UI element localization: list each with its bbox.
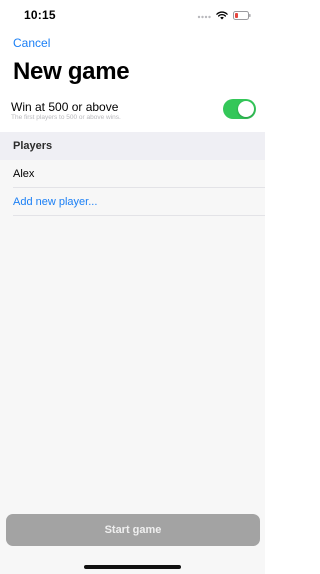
player-name: Alex: [13, 168, 35, 180]
win-at-500-setting: Win at 500 or above The first players to…: [0, 94, 265, 128]
win-at-500-toggle[interactable]: [223, 99, 256, 119]
player-row[interactable]: Alex: [0, 160, 265, 188]
row-divider: [13, 215, 265, 216]
status-bar: 10:15: [0, 0, 265, 30]
status-icons: [197, 9, 251, 21]
page-title: New game: [13, 58, 130, 85]
status-time: 10:15: [24, 8, 56, 22]
start-game-button[interactable]: Start game: [6, 514, 260, 546]
cancel-button[interactable]: Cancel: [13, 36, 50, 50]
setting-description: The first players to 500 or above wins.: [11, 114, 121, 121]
setting-label: Win at 500 or above: [11, 100, 119, 114]
add-new-player-link[interactable]: Add new player...: [13, 196, 97, 208]
add-player-row[interactable]: Add new player...: [0, 188, 265, 216]
players-section-title: Players: [13, 140, 53, 152]
toggle-knob: [238, 101, 254, 117]
home-indicator: [84, 565, 181, 569]
battery-low-icon: [233, 10, 251, 20]
players-section: Players Alex Add new player...: [0, 132, 265, 574]
players-list: Alex Add new player...: [0, 160, 265, 216]
signal-icon: [197, 11, 211, 19]
wifi-icon: [216, 10, 228, 20]
players-section-header: Players: [0, 132, 265, 160]
